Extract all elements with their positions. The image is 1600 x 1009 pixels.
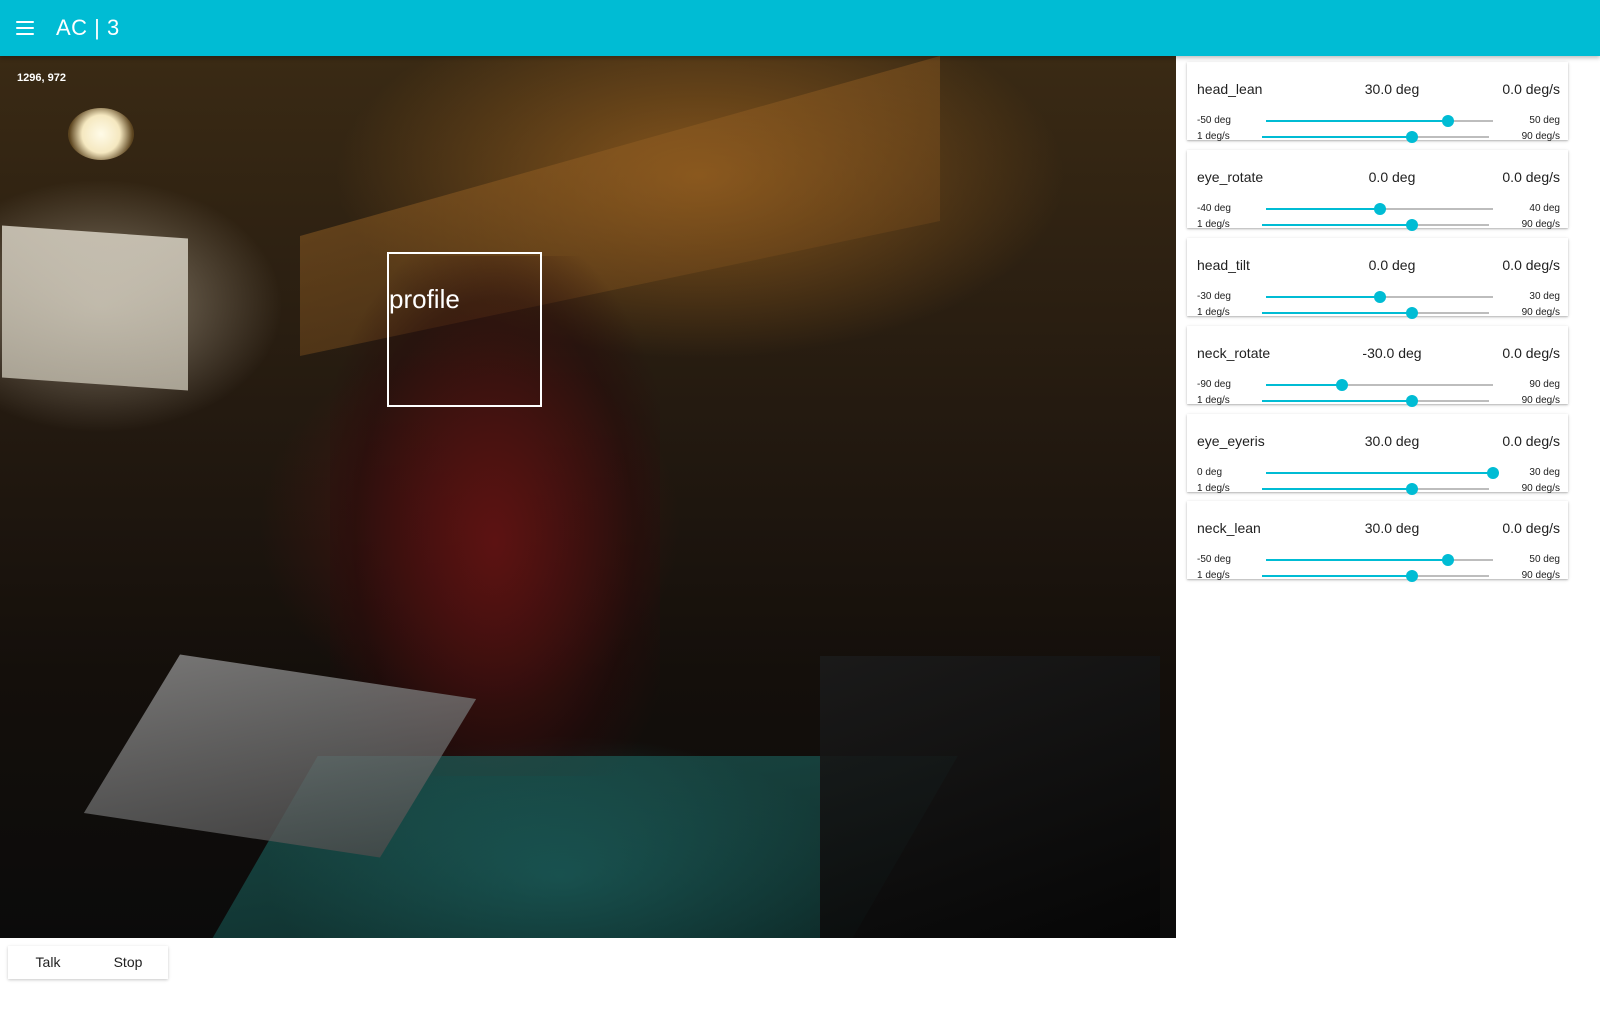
joint-name: eye_rotate [1197,169,1264,185]
joint-card: neck_rotate -30.0 deg 0.0 deg/s -90 deg … [1187,326,1568,407]
joint-position: 30.0 deg [1364,520,1420,536]
position-min-label: -30 deg [1197,291,1231,302]
velocity-max-label: 90 deg/s [1521,570,1560,581]
position-slider[interactable] [1266,291,1493,303]
face-detection-box: profile [387,252,542,407]
scene-keyboard [820,656,1160,938]
camera-view: 1296, 972 profile [0,56,1176,938]
slider-thumb[interactable] [1441,554,1454,566]
image-coordinates: 1296, 972 [17,72,66,84]
slider-thumb[interactable] [1405,219,1418,231]
slider-thumb[interactable] [1405,395,1418,407]
position-slider[interactable] [1266,467,1499,479]
position-max-label: 30 deg [1529,291,1560,302]
joint-card: head_tilt 0.0 deg 0.0 deg/s -30 deg 30 d… [1187,238,1568,319]
velocity-slider[interactable] [1262,219,1489,231]
velocity-max-label: 90 deg/s [1521,307,1560,318]
position-min-label: 0 deg [1197,467,1223,478]
stop-button[interactable]: Stop [88,946,168,979]
joint-velocity: 0.0 deg/s [1502,81,1560,97]
position-slider[interactable] [1266,554,1493,566]
slider-thumb[interactable] [1405,131,1418,143]
velocity-slider[interactable] [1262,570,1489,582]
position-slider[interactable] [1266,203,1493,215]
slider-thumb[interactable] [1405,307,1418,319]
detection-label: profile [389,284,460,314]
bottom-toolbar: Talk Stop [0,938,1600,1009]
joint-card: eye_rotate 0.0 deg 0.0 deg/s -40 deg 40 … [1187,150,1568,231]
joint-name: head_tilt [1197,257,1250,273]
position-max-label: 40 deg [1529,203,1560,214]
joint-card: head_lean 30.0 deg 0.0 deg/s -50 deg 50 … [1187,62,1568,143]
app-bar: AC | 3 [0,0,1600,56]
velocity-max-label: 90 deg/s [1521,219,1560,230]
slider-thumb[interactable] [1335,379,1348,391]
position-min-label: -50 deg [1197,554,1231,565]
slider-thumb[interactable] [1441,115,1454,127]
slider-thumb[interactable] [1487,467,1499,479]
position-min-label: -90 deg [1197,379,1231,390]
velocity-slider[interactable] [1262,483,1489,495]
joint-position: 30.0 deg [1364,433,1420,449]
app-title: AC | 3 [56,15,120,40]
position-max-label: 90 deg [1529,379,1560,390]
joint-name: neck_rotate [1197,345,1271,361]
joint-name: eye_eyeris [1197,433,1265,449]
menu-icon[interactable] [16,16,40,40]
velocity-min-label: 1 deg/s [1197,131,1230,142]
slider-thumb[interactable] [1405,483,1418,495]
joint-velocity: 0.0 deg/s [1502,433,1560,449]
velocity-max-label: 90 deg/s [1521,395,1560,406]
joint-name: neck_lean [1197,520,1261,536]
position-max-label: 30 deg [1529,467,1560,478]
velocity-slider[interactable] [1262,395,1489,407]
position-slider[interactable] [1266,379,1493,391]
joint-velocity: 0.0 deg/s [1502,257,1560,273]
velocity-slider[interactable] [1262,307,1489,319]
joint-position: -30.0 deg [1362,345,1422,361]
joint-position: 0.0 deg [1368,169,1416,185]
velocity-min-label: 1 deg/s [1197,570,1230,581]
velocity-max-label: 90 deg/s [1521,131,1560,142]
position-slider[interactable] [1266,115,1493,127]
velocity-min-label: 1 deg/s [1197,395,1230,406]
position-min-label: -50 deg [1197,115,1231,126]
joint-velocity: 0.0 deg/s [1502,520,1560,536]
joint-card: neck_lean 30.0 deg 0.0 deg/s -50 deg 50 … [1187,501,1568,582]
joint-position: 0.0 deg [1368,257,1416,273]
action-button-group: Talk Stop [8,946,168,979]
velocity-max-label: 90 deg/s [1521,483,1560,494]
velocity-min-label: 1 deg/s [1197,307,1230,318]
joint-card: eye_eyeris 30.0 deg 0.0 deg/s 0 deg 30 d… [1187,414,1568,495]
joint-velocity: 0.0 deg/s [1502,169,1560,185]
joint-control-panel: head_lean 30.0 deg 0.0 deg/s -50 deg 50 … [1176,56,1600,938]
velocity-slider[interactable] [1262,131,1489,143]
velocity-min-label: 1 deg/s [1197,483,1230,494]
joint-position: 30.0 deg [1364,81,1420,97]
position-min-label: -40 deg [1197,203,1231,214]
scene-whiteboard [2,225,188,391]
slider-thumb[interactable] [1373,203,1386,215]
slider-thumb[interactable] [1373,291,1386,303]
joint-velocity: 0.0 deg/s [1502,345,1560,361]
talk-button[interactable]: Talk [8,946,88,979]
position-max-label: 50 deg [1529,554,1560,565]
position-max-label: 50 deg [1529,115,1560,126]
scene-lamp [68,108,134,160]
velocity-min-label: 1 deg/s [1197,219,1230,230]
joint-name: head_lean [1197,81,1263,97]
slider-thumb[interactable] [1405,570,1418,582]
